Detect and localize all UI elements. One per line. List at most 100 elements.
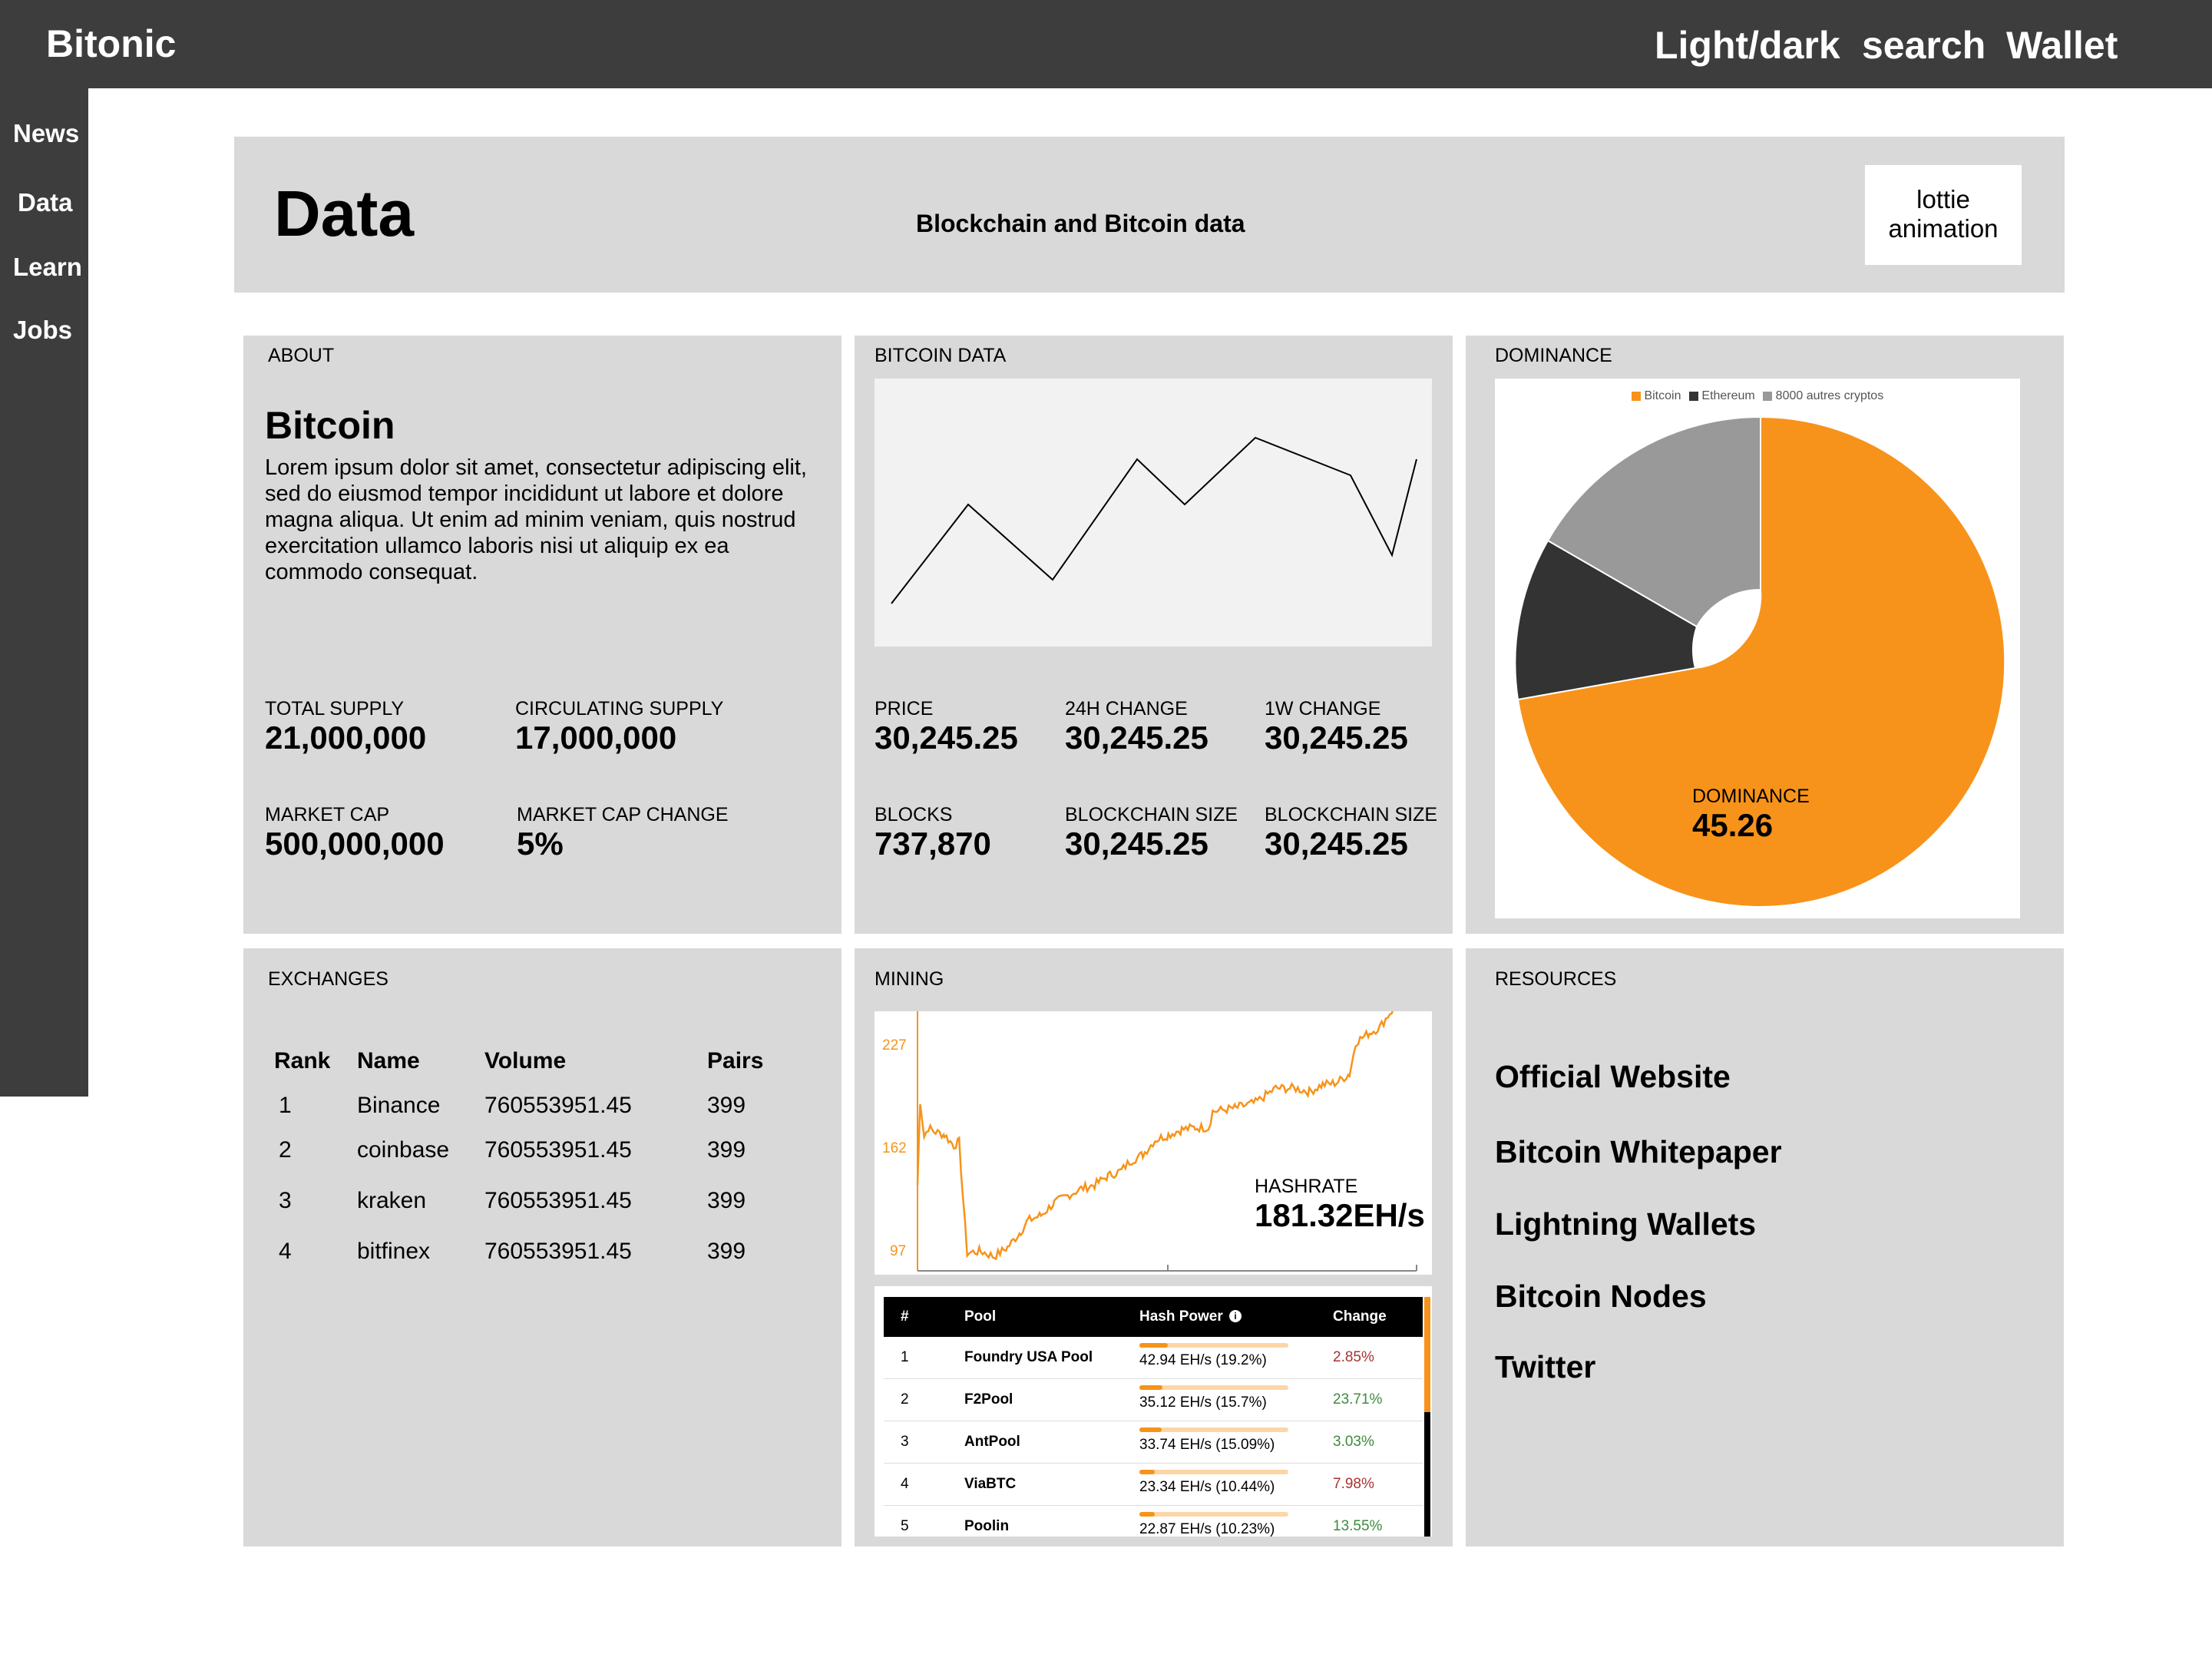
pool-hash-power: 22.87 EH/s (10.23%)	[1139, 1521, 1275, 1537]
table-row[interactable]: 5 Poolin 22.87 EH/s (10.23%) 13.55%	[884, 1506, 1423, 1537]
info-icon[interactable]: i	[1229, 1310, 1242, 1322]
hash-power-bar-fill	[1139, 1512, 1155, 1517]
table-row[interactable]: 1 Foundry USA Pool 42.94 EH/s (19.2%) 2.85%	[884, 1337, 1423, 1379]
sidebar-item-data[interactable]: Data	[18, 188, 73, 217]
table-row[interactable]: 4 ViaBTC 23.34 EH/s (10.44%) 7.98%	[884, 1464, 1423, 1506]
hashrate-value: 181.32EH/s	[1255, 1197, 1425, 1233]
stat-label: 24H CHANGE	[1065, 698, 1188, 720]
sidebar-item-learn[interactable]: Learn	[13, 253, 82, 282]
hash-power-bar-fill	[1139, 1385, 1162, 1390]
pool-rank: 4	[901, 1476, 909, 1492]
pool-hash-power: 35.12 EH/s (15.7%)	[1139, 1394, 1267, 1411]
hashrate-line-chart	[916, 1011, 1417, 1272]
theme-toggle[interactable]: Light/dark	[1655, 23, 1840, 68]
pool-name[interactable]: F2Pool	[964, 1391, 1013, 1408]
scrollbar-thumb[interactable]	[1424, 1297, 1430, 1412]
table-scrollbar[interactable]	[1424, 1297, 1430, 1537]
stat-value-1w-change: 30,245.25	[1265, 720, 1408, 756]
mining-pools-table[interactable]: # Pool Hash Power i Change 1 Foundry USA …	[875, 1286, 1432, 1537]
dominance-inner-label: DOMINANCE	[1692, 786, 1810, 807]
hash-power-bar	[1139, 1512, 1288, 1517]
column-header-pool: Pool	[964, 1308, 997, 1325]
hashrate-label: HASHRATE	[1255, 1176, 1358, 1197]
card-label: RESOURCES	[1495, 968, 1617, 990]
pool-change: 3.03%	[1333, 1434, 1374, 1450]
cell-pairs: 399	[707, 1239, 746, 1264]
stat-label: BLOCKCHAIN SIZE	[1265, 804, 1438, 825]
link-bitcoin-whitepaper[interactable]: Bitcoin Whitepaper	[1495, 1134, 1782, 1170]
column-header-hash-power: Hash Power	[1139, 1308, 1223, 1325]
dominance-chart: Bitcoin Ethereum 8000 autres cryptos DOM…	[1495, 379, 2020, 918]
stat-label: 1W CHANGE	[1265, 698, 1381, 720]
pool-change: 7.98%	[1333, 1476, 1374, 1492]
about-description: Lorem ipsum dolor sit amet, consectetur …	[265, 455, 807, 584]
link-twitter[interactable]: Twitter	[1495, 1349, 1595, 1385]
about-card: ABOUT Bitcoin Lorem ipsum dolor sit amet…	[243, 336, 841, 934]
lottie-animation-placeholder: lottie animation	[1865, 165, 2022, 265]
stat-label: BLOCKCHAIN SIZE	[1065, 804, 1238, 825]
cell-name[interactable]: coinbase	[357, 1137, 449, 1163]
cell-rank: 2	[279, 1137, 292, 1163]
column-header-volume: Volume	[484, 1048, 567, 1073]
hash-power-bar	[1139, 1470, 1288, 1474]
column-header-rank: Rank	[274, 1048, 331, 1073]
card-label: EXCHANGES	[268, 968, 389, 990]
about-title: Bitcoin	[265, 404, 395, 447]
table-row[interactable]: 3 AntPool 33.74 EH/s (15.09%) 3.03%	[884, 1421, 1423, 1464]
pool-rank: 5	[901, 1518, 909, 1534]
search-button[interactable]: search	[1862, 23, 1986, 68]
cell-name[interactable]: kraken	[357, 1188, 426, 1214]
pool-change: 13.55%	[1333, 1518, 1383, 1534]
sidebar-item-jobs[interactable]: Jobs	[13, 316, 72, 345]
pool-name[interactable]: Poolin	[964, 1518, 1009, 1535]
pool-rank: 1	[901, 1349, 909, 1365]
hash-power-bar	[1139, 1385, 1288, 1390]
stat-value-market-cap-change: 5%	[517, 825, 564, 862]
cell-name[interactable]: Binance	[357, 1093, 440, 1119]
link-official-website[interactable]: Official Website	[1495, 1059, 1731, 1095]
exchanges-card: EXCHANGES Rank Name Volume Pairs 1 Binan…	[243, 948, 841, 1547]
cell-volume: 760553951.45	[484, 1188, 632, 1213]
pool-name[interactable]: ViaBTC	[964, 1476, 1016, 1493]
hashrate-chart: 227 162 97 HASHRATE 181.32EH/s	[875, 1011, 1432, 1275]
stat-label: PRICE	[875, 698, 934, 720]
pool-name[interactable]: Foundry USA Pool	[964, 1349, 1093, 1366]
cell-rank: 3	[279, 1188, 292, 1213]
card-label: BITCOIN DATA	[875, 345, 1007, 366]
table-row[interactable]: 2 F2Pool 35.12 EH/s (15.7%) 23.71%	[884, 1379, 1423, 1421]
page-header: Data Blockchain and Bitcoin data lottie …	[234, 137, 2065, 293]
cell-name[interactable]: bitfinex	[357, 1239, 430, 1265]
dominance-card: DOMINANCE Bitcoin Ethereum 8000 autres c…	[1466, 336, 2064, 934]
stat-label: TOTAL SUPPLY	[265, 698, 405, 720]
resources-card: RESOURCES Official Website Bitcoin White…	[1466, 948, 2064, 1547]
cell-volume: 760553951.45	[484, 1137, 632, 1163]
pool-hash-power: 33.74 EH/s (15.09%)	[1139, 1437, 1275, 1453]
hash-power-bar	[1139, 1343, 1288, 1348]
stat-label: CIRCULATING SUPPLY	[515, 698, 724, 720]
wallet-button[interactable]: Wallet	[2006, 23, 2118, 68]
stat-value-blockchain-size-2: 30,245.25	[1265, 825, 1408, 862]
cell-volume: 760553951.45	[484, 1093, 632, 1118]
pool-hash-power: 42.94 EH/s (19.2%)	[1139, 1352, 1267, 1368]
link-lightning-wallets[interactable]: Lightning Wallets	[1495, 1206, 1756, 1242]
brand-logo[interactable]: Bitonic	[46, 22, 176, 66]
card-label: ABOUT	[268, 345, 335, 366]
hash-power-bar	[1139, 1427, 1288, 1432]
y-tick-label: 97	[890, 1243, 907, 1259]
pool-change: 23.71%	[1333, 1391, 1383, 1408]
pool-hash-power: 23.34 EH/s (10.44%)	[1139, 1479, 1275, 1495]
pool-name[interactable]: AntPool	[964, 1434, 1020, 1451]
stat-value-blocks: 737,870	[875, 825, 991, 862]
page-subtitle: Blockchain and Bitcoin data	[916, 210, 1245, 237]
link-bitcoin-nodes[interactable]: Bitcoin Nodes	[1495, 1279, 1707, 1315]
stat-value-market-cap: 500,000,000	[265, 825, 445, 862]
bitcoin-data-card: BITCOIN DATA PRICE 30,245.25 24H CHANGE …	[855, 336, 1453, 934]
price-chart	[875, 379, 1432, 647]
mining-card: MINING 227 162 97 HASHRATE 181.32EH/s # …	[855, 948, 1453, 1547]
column-header-rank: #	[901, 1308, 909, 1325]
stat-label: BLOCKS	[875, 804, 953, 825]
hash-power-bar-fill	[1139, 1427, 1162, 1432]
sidebar-item-news[interactable]: News	[13, 119, 79, 148]
sidebar: News Data Learn Jobs	[0, 88, 88, 1097]
stat-label: MARKET CAP CHANGE	[517, 804, 729, 825]
